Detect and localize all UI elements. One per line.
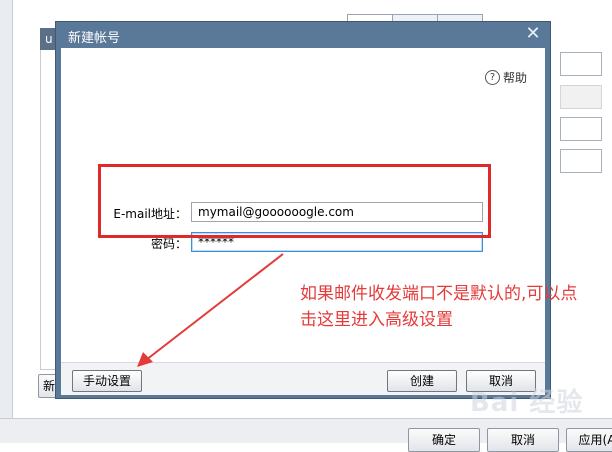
annotation-note: 如果邮件收发端口不是默认的,可以点 击这里进入高级设置 (300, 284, 578, 330)
arrow-head (137, 352, 153, 367)
baidu-watermark: Bai 经验 (470, 388, 584, 418)
annotation-arrow (137, 253, 284, 367)
arrow-line (145, 253, 284, 361)
